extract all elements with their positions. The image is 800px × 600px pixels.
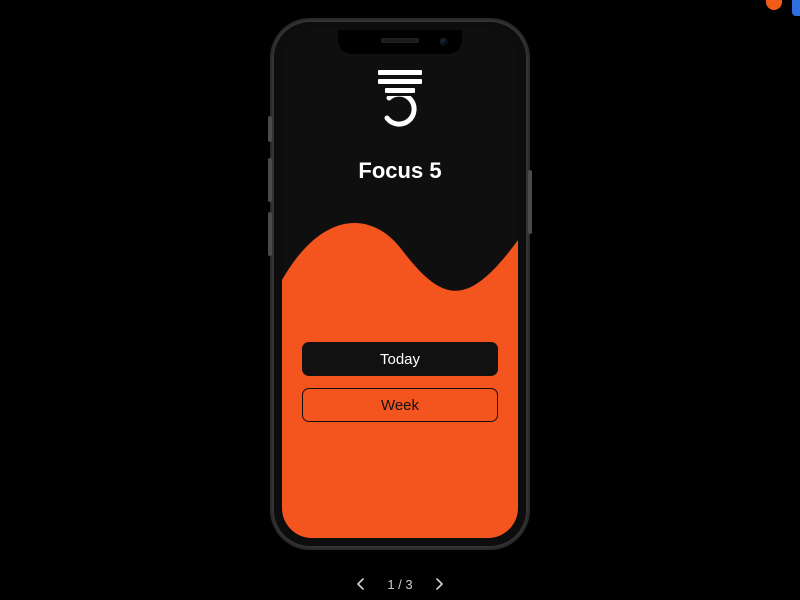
focus5-logo-icon: [374, 70, 426, 148]
phone-screen: Focus 5 Today Week: [282, 30, 518, 538]
phone-power-button: [528, 170, 532, 234]
corner-accent-blue: [792, 0, 800, 16]
week-button[interactable]: Week: [302, 388, 498, 422]
pager-prev-button[interactable]: [353, 576, 369, 592]
view-switcher: Today Week: [302, 342, 498, 422]
app-header: Focus 5: [282, 70, 518, 184]
slide-pager: 1 / 3: [0, 576, 800, 592]
phone-frame: Focus 5 Today Week: [272, 20, 528, 548]
app-surface: Focus 5 Today Week: [282, 30, 518, 538]
today-button[interactable]: Today: [302, 342, 498, 376]
phone-mute-switch: [268, 116, 272, 142]
pager-label: 1 / 3: [387, 577, 412, 592]
phone-volume-down: [268, 212, 272, 256]
phone-notch: [338, 30, 462, 54]
phone-speaker: [381, 38, 419, 43]
pager-next-button[interactable]: [431, 576, 447, 592]
phone-volume-up: [268, 158, 272, 202]
app-title: Focus 5: [358, 158, 441, 184]
phone-front-camera: [440, 38, 448, 46]
corner-accent-orange: [766, 0, 782, 10]
